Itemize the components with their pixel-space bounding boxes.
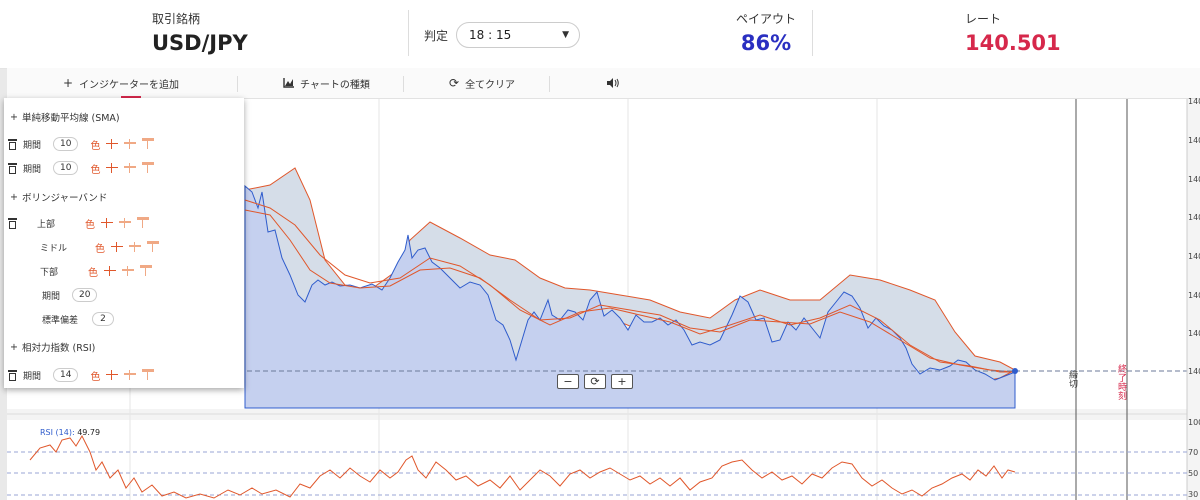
color-picker[interactable]: 色 [95,240,105,255]
sma-title: 単純移動平均線 (SMA) [21,113,120,124]
bb-std-label: 標準偏差 [42,315,79,326]
color-picker[interactable]: 色 [90,161,100,176]
zoom-reset-button[interactable]: ⟳ [584,374,606,389]
bb-middle-row: ミドル 色 [40,239,160,255]
trash-icon[interactable] [8,370,17,381]
line-width-thin-icon[interactable] [106,138,119,150]
line-width-thin-icon[interactable] [106,369,119,381]
period-label: 期間 [23,164,42,175]
rsi-axis-label: 30 [1188,490,1199,499]
trash-icon[interactable] [8,139,17,150]
price-axis-label: 140 [1188,136,1200,145]
rsi-axis-label: 50 [1188,469,1199,478]
price-axis-label: 140 [1188,252,1200,261]
bollinger-section-header[interactable]: + ボリンジャーバンド [10,190,108,205]
period-label: 期間 [23,140,42,151]
zoom-out-button[interactable]: − [557,374,579,389]
price-axis-label: 140 [1188,329,1200,338]
rsi-axis-label: 100 [1188,418,1200,427]
line-width-thin-icon[interactable] [101,217,114,229]
bb-std-row: 標準偏差 2 [42,311,115,327]
price-axis-label: 140 [1188,213,1200,222]
sma-row: 期間 10 色 [8,136,155,152]
price-axis-label: 140 [1188,367,1200,376]
rsi-title: 相対力指数 (RSI) [21,343,96,354]
color-picker[interactable]: 色 [85,216,95,231]
line-width-medium-icon[interactable] [124,138,137,150]
indicator-panel: + 単純移動平均線 (SMA) 期間 10 色 期間 10 色 + ボリンジャー… [4,98,244,388]
bollinger-title: ボリンジャーバンド [21,193,108,204]
zoom-in-button[interactable]: + [611,374,633,389]
sma-row: 期間 10 色 [8,160,155,176]
line-width-medium-icon[interactable] [119,217,132,229]
line-width-thick-icon[interactable] [147,241,160,253]
line-width-thick-icon[interactable] [142,369,155,381]
rsi-axis-label: 70 [1188,448,1199,457]
rsi-period-input[interactable]: 14 [53,368,79,382]
plus-icon: + [10,341,18,353]
plus-icon: + [10,111,18,123]
line-width-medium-icon[interactable] [122,265,135,277]
color-picker[interactable]: 色 [88,264,98,279]
line-width-thick-icon[interactable] [137,217,150,229]
price-axis-label: 140 [1188,175,1200,184]
sma-section-header[interactable]: + 単純移動平均線 (SMA) [10,110,120,125]
bb-std-input[interactable]: 2 [92,312,115,326]
line-width-medium-icon[interactable] [129,241,142,253]
rsi-section-header[interactable]: + 相対力指数 (RSI) [10,340,96,355]
plus-icon: + [10,191,18,203]
line-width-thick-icon[interactable] [140,265,153,277]
bb-middle-label: ミドル [40,243,68,254]
line-width-thin-icon[interactable] [104,265,117,277]
period-label: 期間 [23,371,42,382]
current-price-dot [1012,368,1018,374]
trash-icon[interactable] [8,218,17,229]
rsi-legend-value: 49.79 [77,428,101,437]
bb-upper-label: 上部 [37,219,56,230]
end-time-label: 終了時刻 [1116,364,1126,400]
color-picker[interactable]: 色 [90,368,100,383]
reset-icon: ⟳ [590,375,600,388]
sma-period-input[interactable]: 10 [53,137,79,151]
bb-lower-row: 下部 色 [40,263,153,279]
color-picker[interactable]: 色 [90,137,100,152]
plus-icon: + [617,375,627,388]
rsi-row: 期間 14 色 [8,367,155,383]
bb-period-row: 期間 20 [42,287,98,303]
line-width-thick-icon[interactable] [142,162,155,174]
line-width-thin-icon[interactable] [111,241,124,253]
line-width-thin-icon[interactable] [106,162,119,174]
bb-period-input[interactable]: 20 [72,288,98,302]
line-width-medium-icon[interactable] [124,369,137,381]
price-axis-label: 140 [1188,291,1200,300]
rsi-chart-area [7,420,1187,500]
bb-upper-row: 上部 色 [8,215,150,231]
trash-icon[interactable] [8,163,17,174]
line-width-thick-icon[interactable] [142,138,155,150]
rsi-legend: RSI (14): 49.79 [40,428,100,437]
bb-lower-label: 下部 [40,267,59,278]
deadline-label: 締切 [1067,370,1077,388]
bb-period-label: 期間 [42,291,61,302]
rsi-legend-name: RSI (14): [40,428,75,437]
price-axis-label: 140 [1188,97,1200,106]
minus-icon: − [563,375,573,388]
sma-period-input[interactable]: 10 [53,161,79,175]
line-width-medium-icon[interactable] [124,162,137,174]
